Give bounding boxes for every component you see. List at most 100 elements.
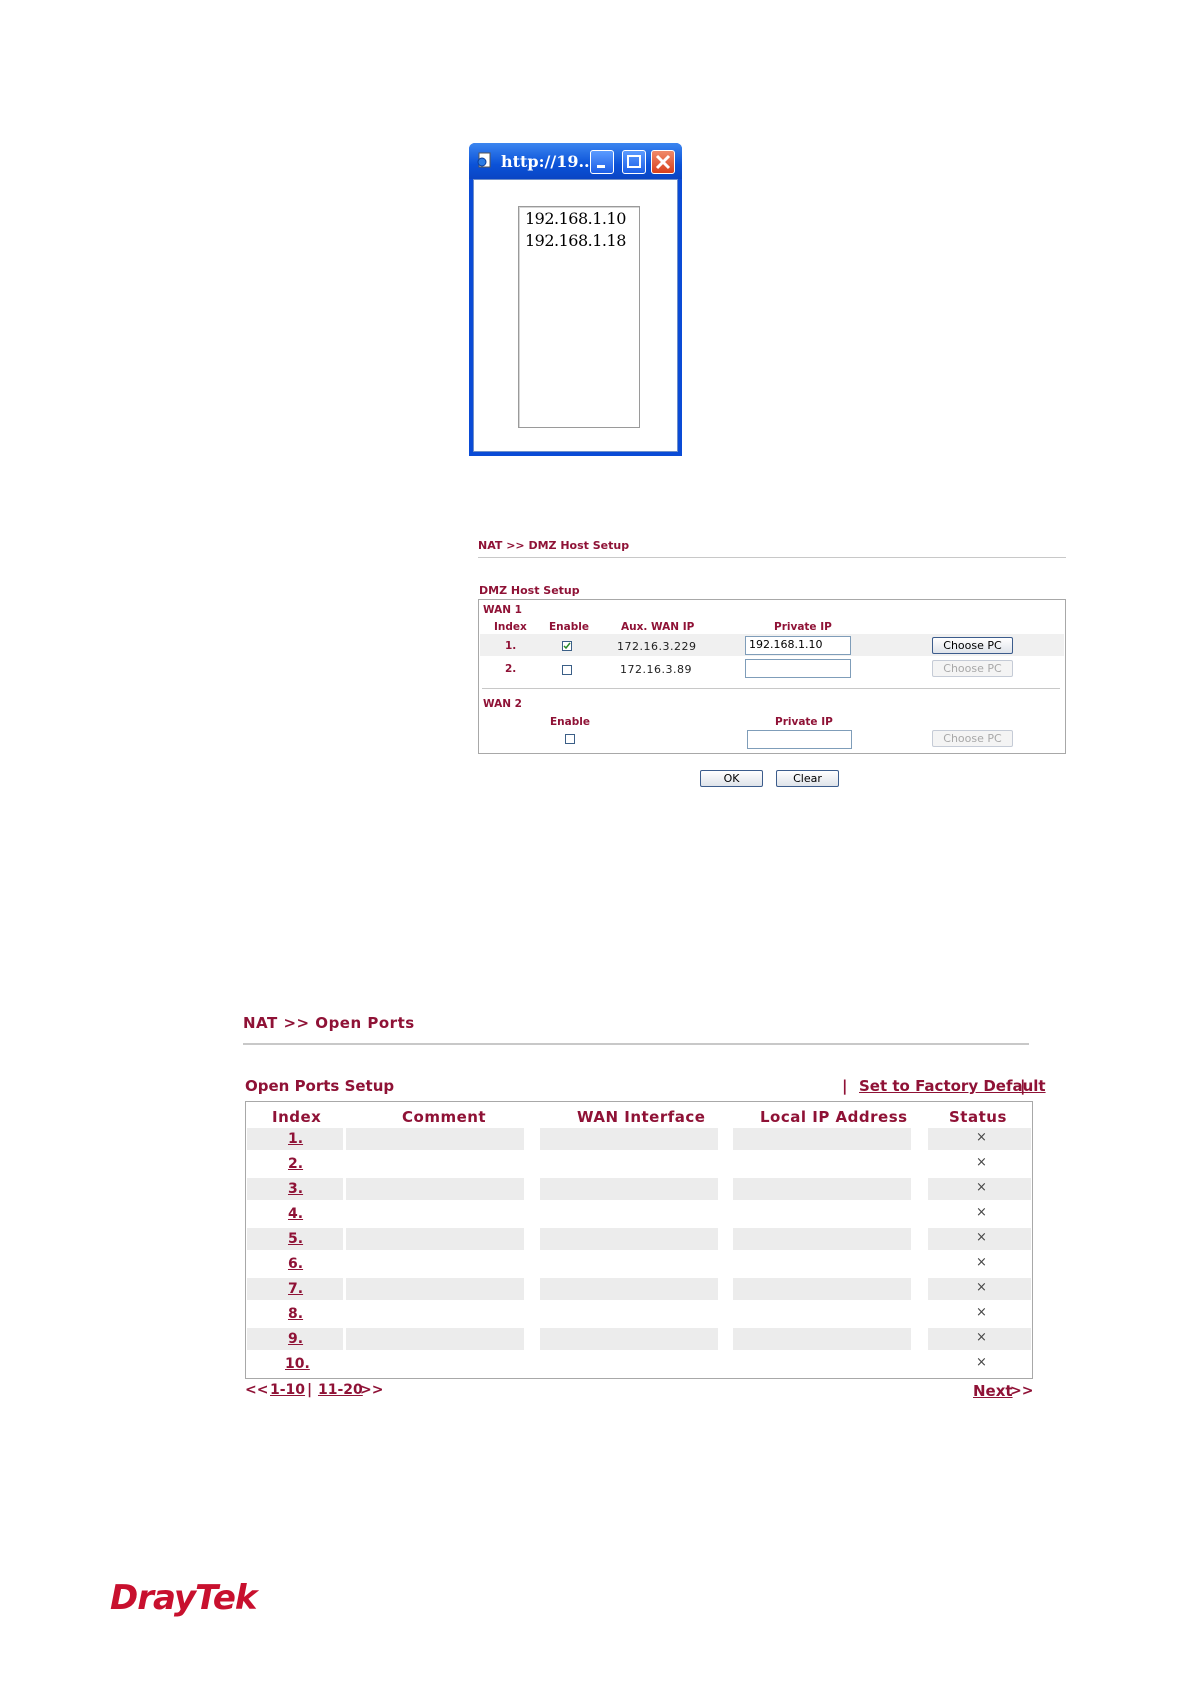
aux-wan-ip-value: 172.16.3.229: [617, 640, 697, 653]
status-column-header: Status: [949, 1108, 1007, 1126]
status-value: ×: [976, 1230, 987, 1245]
row-index-link[interactable]: 3.: [288, 1181, 303, 1197]
table-cell: [540, 1178, 718, 1200]
comment-column-header: Comment: [402, 1108, 487, 1126]
status-value: ×: [976, 1130, 987, 1145]
enable-header: Enable: [549, 621, 589, 633]
popup-title: http://19...: [501, 152, 596, 171]
row-index-link[interactable]: 1.: [288, 1131, 303, 1147]
clear-button[interactable]: Clear: [776, 770, 839, 787]
page-link-1-10[interactable]: 1-10: [270, 1382, 305, 1398]
wan2-label: WAN 2: [483, 698, 522, 710]
popup-title-bar[interactable]: http://19...: [469, 143, 682, 179]
status-value: ×: [976, 1255, 987, 1270]
popup-client-area: 192.168.1.10 192.168.1.18: [473, 179, 678, 452]
table-cell: [733, 1128, 911, 1150]
status-value: ×: [976, 1205, 987, 1220]
private-ip-input[interactable]: 192.168.1.10: [745, 636, 851, 655]
dmz-row-index: 2.: [505, 663, 517, 675]
wan2-choose-pc-button: Choose PC: [932, 730, 1013, 747]
status-value: ×: [976, 1280, 987, 1295]
next-page-link[interactable]: Next: [973, 1382, 1013, 1400]
table-row: 4. ×: [247, 1203, 1031, 1225]
status-value: ×: [976, 1355, 987, 1370]
pager-separator: |: [307, 1382, 313, 1398]
row-index-link[interactable]: 8.: [288, 1306, 303, 1322]
dmz-section-title: DMZ Host Setup: [479, 584, 580, 597]
row-index-link[interactable]: 7.: [288, 1281, 303, 1297]
table-row: 6. ×: [247, 1253, 1031, 1275]
table-cell: [540, 1328, 718, 1350]
row-index-link[interactable]: 2.: [288, 1156, 303, 1172]
separator: |: [1020, 1077, 1026, 1095]
choose-pc-button: Choose PC: [932, 660, 1013, 677]
open-ports-divider: [243, 1043, 1029, 1045]
ie-page-icon: [477, 152, 491, 168]
table-cell: [540, 1228, 718, 1250]
table-row: 7. ×: [247, 1278, 1031, 1300]
pager-prev-arrows: <<: [245, 1382, 269, 1398]
pager-next-arrows: >>: [360, 1382, 384, 1398]
choose-pc-popup-window: http://19... 192.168.1.10 192.168.1.18: [469, 143, 682, 456]
enable-checkbox[interactable]: [562, 641, 572, 651]
dmz-divider: [478, 557, 1066, 558]
aux-wan-ip-header: Aux. WAN IP: [621, 621, 695, 633]
table-row: 3. ×: [247, 1178, 1031, 1200]
ip-list-item[interactable]: 192.168.1.18: [525, 231, 626, 250]
table-row: 1. ×: [247, 1128, 1031, 1150]
maximize-button[interactable]: [622, 150, 646, 174]
set-to-factory-default-link[interactable]: Set to Factory Default: [859, 1077, 1046, 1095]
maximize-icon: [627, 155, 641, 168]
wan1-label: WAN 1: [483, 604, 522, 616]
table-cell: [733, 1228, 911, 1250]
status-value: ×: [976, 1305, 987, 1320]
close-icon: [655, 154, 671, 170]
row-index-link[interactable]: 6.: [288, 1256, 303, 1272]
table-cell: [346, 1228, 524, 1250]
wan-interface-column-header: WAN Interface: [577, 1108, 706, 1126]
status-value: ×: [976, 1330, 987, 1345]
next-arrows: >>: [1010, 1383, 1034, 1399]
wan2-enable-checkbox[interactable]: [565, 734, 575, 744]
private-ip-header: Private IP: [774, 621, 832, 633]
index-header: Index: [494, 621, 527, 633]
table-cell: [346, 1178, 524, 1200]
table-cell: [540, 1128, 718, 1150]
separator: |: [842, 1077, 848, 1095]
table-row: 2. ×: [247, 1153, 1031, 1175]
row-index-link[interactable]: 10.: [285, 1356, 310, 1372]
table-cell: [733, 1328, 911, 1350]
minimize-button[interactable]: [590, 150, 614, 174]
status-value: ×: [976, 1155, 987, 1170]
aux-wan-ip-value: 172.16.3.89: [620, 663, 692, 676]
draytek-logo: DrayTek: [110, 1578, 258, 1618]
logo-text: DrayTek: [110, 1578, 258, 1618]
wan2-private-ip-input[interactable]: [747, 730, 852, 749]
minimize-icon: [597, 165, 605, 168]
row-index-link[interactable]: 4.: [288, 1206, 303, 1222]
enable-checkbox[interactable]: [562, 665, 572, 675]
ip-list-item[interactable]: 192.168.1.10: [525, 209, 626, 228]
table-row: 8. ×: [247, 1303, 1031, 1325]
row-index-link[interactable]: 5.: [288, 1231, 303, 1247]
open-ports-section-title: Open Ports Setup: [245, 1077, 395, 1095]
local-ip-column-header: Local IP Address: [760, 1108, 908, 1126]
choose-pc-button[interactable]: Choose PC: [932, 637, 1013, 654]
open-ports-breadcrumb: NAT >> Open Ports: [243, 1014, 415, 1032]
ip-address-listbox[interactable]: 192.168.1.10 192.168.1.18: [518, 206, 640, 428]
wan2-private-ip-header: Private IP: [775, 716, 833, 728]
checkmark-icon: [563, 642, 571, 650]
dmz-breadcrumb: NAT >> DMZ Host Setup: [478, 539, 630, 552]
private-ip-input[interactable]: [745, 659, 851, 678]
table-row: 9. ×: [247, 1328, 1031, 1350]
table-cell: [346, 1328, 524, 1350]
dmz-row-index: 1.: [505, 640, 517, 652]
table-cell: [346, 1278, 524, 1300]
ok-button[interactable]: OK: [700, 770, 763, 787]
page-link-11-20[interactable]: 11-20: [318, 1382, 363, 1398]
status-value: ×: [976, 1180, 987, 1195]
table-cell: [346, 1128, 524, 1150]
row-index-link[interactable]: 9.: [288, 1331, 303, 1347]
close-button[interactable]: [651, 150, 675, 174]
wan2-enable-header: Enable: [550, 716, 590, 728]
